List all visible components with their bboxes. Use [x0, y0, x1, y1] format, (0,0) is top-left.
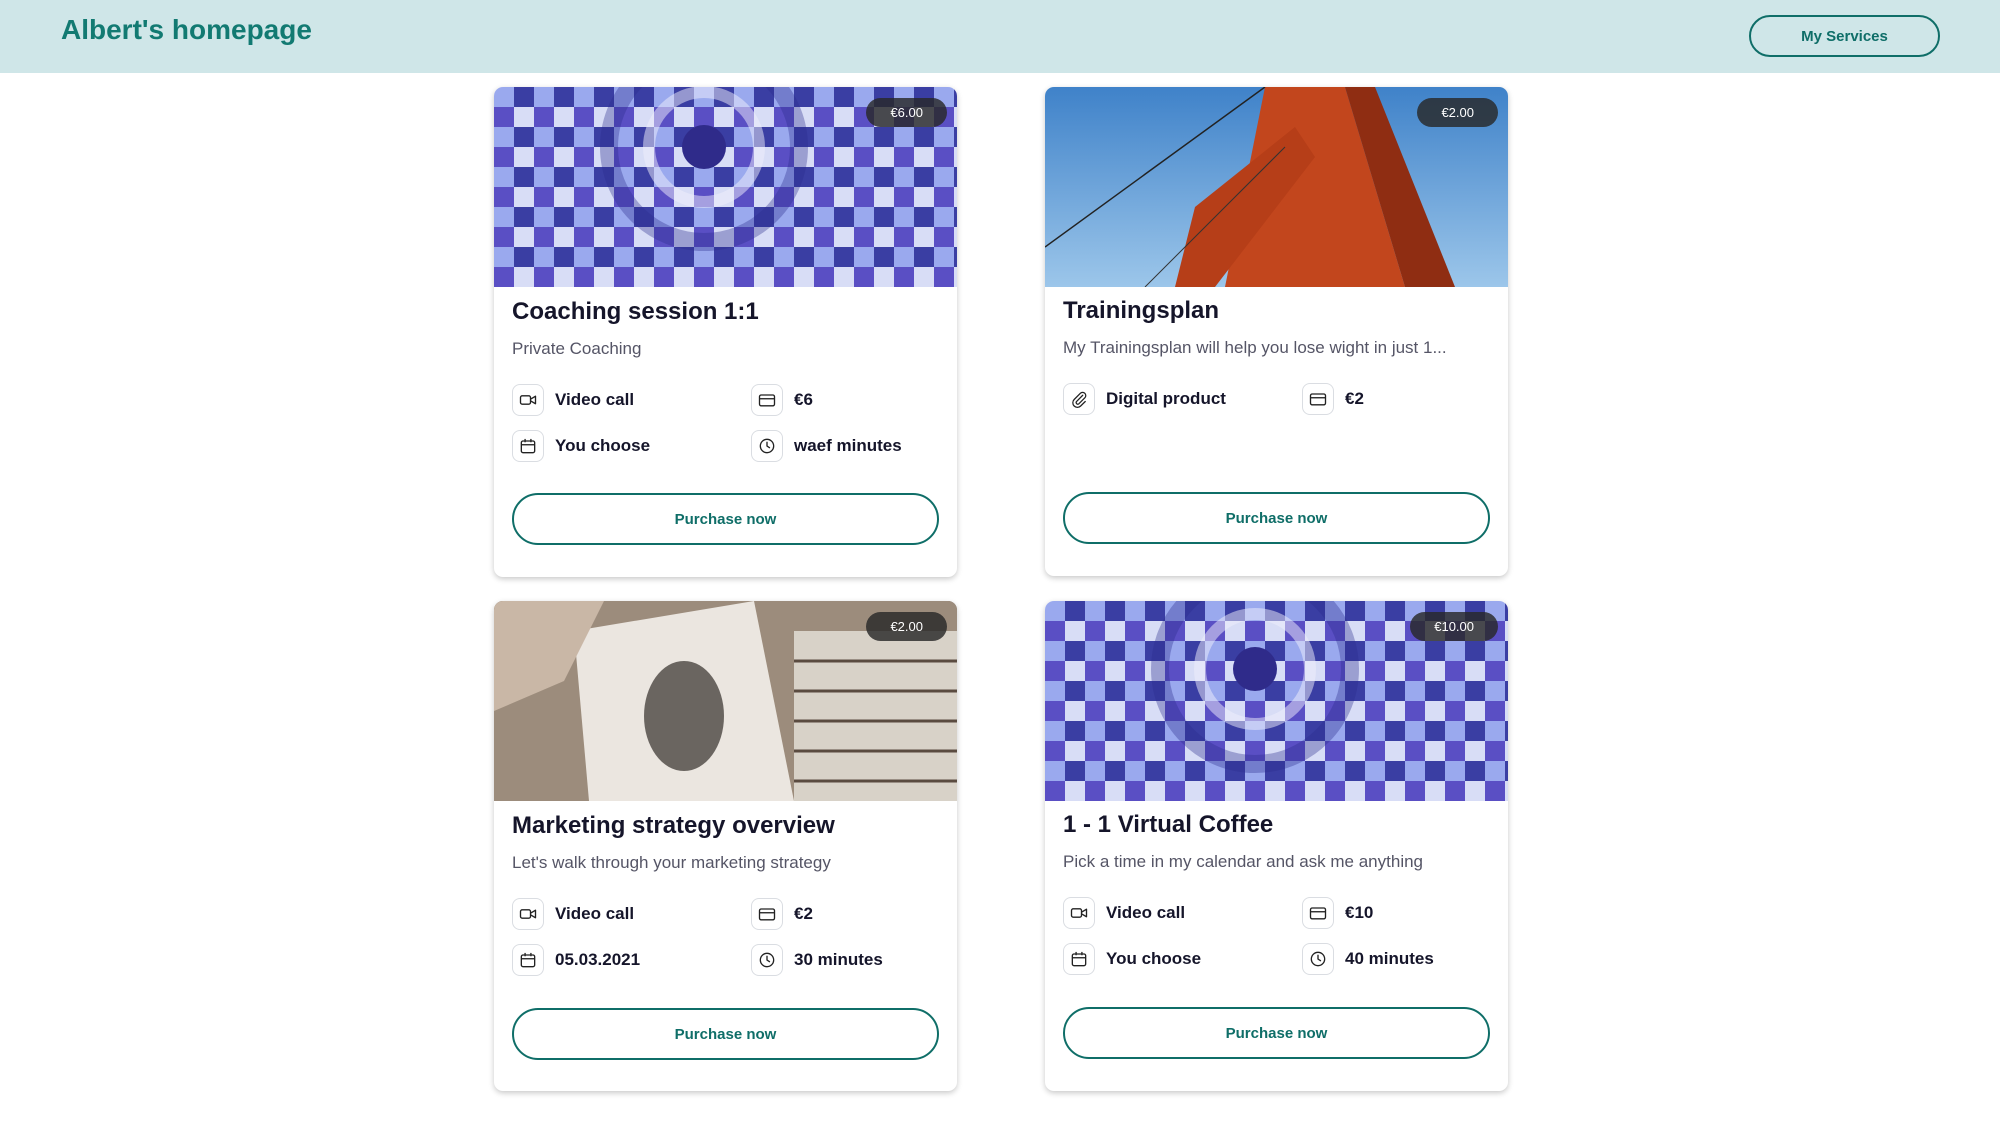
info-label: You choose [555, 436, 651, 455]
info-label: 05.03.2021 [555, 950, 641, 969]
card-subtitle: Let's walk through your marketing strate… [512, 853, 831, 872]
session-price: €6 [751, 384, 813, 416]
hot-air-balloon-image: €10.00 [1045, 601, 1508, 801]
price-badge: €2.00 [866, 612, 947, 641]
session-type: Video call [1063, 897, 1185, 929]
video-camera-icon [1063, 897, 1095, 929]
card-subtitle: Private Coaching [512, 339, 642, 358]
site-title: Albert's homepage [61, 14, 312, 45]
info-label: You choose [1106, 949, 1202, 968]
calendar-icon [1063, 943, 1095, 975]
session-duration: waef minutes [751, 430, 902, 462]
info-label: Video call [555, 904, 635, 923]
info-label: Video call [555, 390, 635, 409]
purchase-button[interactable]: Purchase now [512, 1008, 939, 1060]
session-price: €10 [1302, 897, 1373, 929]
service-card: €2.00 Marketing strategy overview Let's … [494, 601, 957, 1091]
info-label: waef minutes [794, 436, 902, 455]
product-type: Digital product [1063, 383, 1226, 415]
calendar-icon [512, 430, 544, 462]
session-duration: 40 minutes [1302, 943, 1434, 975]
purchase-button[interactable]: Purchase now [1063, 1007, 1490, 1059]
top-bar: Albert's homepage My Services [0, 0, 2000, 73]
calendar-icon [512, 944, 544, 976]
info-label: Digital product [1106, 389, 1226, 408]
card-title: 1 - 1 Virtual Coffee [1063, 811, 1274, 838]
service-card: €10.00 1 - 1 Virtual Coffee Pick a time … [1045, 601, 1508, 1091]
info-label: €2 [1345, 389, 1364, 408]
clock-icon [1302, 943, 1334, 975]
info-label: €10 [1345, 903, 1374, 922]
session-date: 05.03.2021 [512, 944, 640, 976]
card-subtitle: My Trainingsplan will help you lose wigh… [1063, 338, 1447, 357]
vinyl-records-image: €2.00 [494, 601, 957, 801]
hot-air-balloon-image: €6.00 [494, 87, 957, 287]
card-title: Marketing strategy overview [512, 812, 835, 839]
price-badge: €2.00 [1417, 98, 1498, 127]
my-services-button[interactable]: My Services [1749, 15, 1940, 57]
session-price: €2 [751, 898, 813, 930]
product-price: €2 [1302, 383, 1364, 415]
golden-gate-bridge-image: €2.00 [1045, 87, 1508, 287]
purchase-button[interactable]: Purchase now [512, 493, 939, 545]
purchase-button[interactable]: Purchase now [1063, 492, 1490, 544]
info-label: €6 [794, 390, 813, 409]
info-label: 40 minutes [1345, 949, 1434, 968]
info-label: Video call [1106, 903, 1186, 922]
paperclip-icon [1063, 383, 1095, 415]
credit-card-icon [1302, 897, 1334, 929]
credit-card-icon [751, 384, 783, 416]
video-camera-icon [512, 898, 544, 930]
card-subtitle: Pick a time in my calendar and ask me an… [1063, 852, 1424, 871]
info-label: 30 minutes [794, 950, 883, 969]
card-title: Coaching session 1:1 [512, 298, 759, 325]
price-badge: €6.00 [866, 98, 947, 127]
clock-icon [751, 944, 783, 976]
price-badge: €10.00 [1410, 612, 1498, 641]
session-type: Video call [512, 384, 634, 416]
service-card: €6.00 Coaching session 1:1 Private Coach… [494, 87, 957, 577]
session-duration: 30 minutes [751, 944, 883, 976]
session-type: Video call [512, 898, 634, 930]
info-label: €2 [794, 904, 813, 923]
service-card: €2.00 Trainingsplan My Trainingsplan wil… [1045, 87, 1508, 576]
card-title: Trainingsplan [1063, 297, 1220, 324]
credit-card-icon [1302, 383, 1334, 415]
credit-card-icon [751, 898, 783, 930]
session-date: You choose [1063, 943, 1201, 975]
session-date: You choose [512, 430, 650, 462]
video-camera-icon [512, 384, 544, 416]
clock-icon [751, 430, 783, 462]
